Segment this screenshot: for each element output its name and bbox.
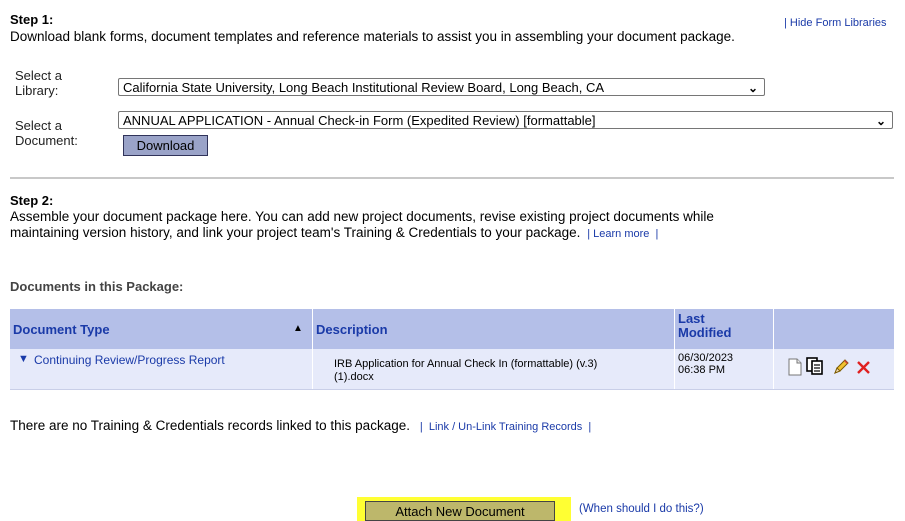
column-header-description[interactable]: Description xyxy=(316,322,388,337)
document-icon[interactable] xyxy=(788,358,802,376)
chevron-down-icon: ⌄ xyxy=(747,81,758,95)
last-modified-line2: Modified xyxy=(678,325,732,340)
column-divider xyxy=(312,309,313,349)
library-select[interactable]: California State University, Long Beach … xyxy=(118,78,765,96)
chevron-down-icon: ⌄ xyxy=(875,114,886,128)
library-label-line1: Select a xyxy=(15,68,62,83)
document-label-line1: Select a xyxy=(15,118,62,133)
separator: | xyxy=(582,421,592,433)
link-unlink-training-records[interactable]: Link / Un-Link Training Records xyxy=(429,421,582,433)
modified-date: 06/30/2023 xyxy=(678,352,734,364)
document-description: IRB Application for Annual Check In (for… xyxy=(334,358,597,384)
step2-title: Step 2: xyxy=(10,193,54,208)
document-type-link[interactable]: Continuing Review/Progress Report xyxy=(34,353,225,367)
library-select-value: California State University, Long Beach … xyxy=(123,80,605,95)
learn-more-link[interactable]: Learn more xyxy=(593,228,649,240)
description-line2: (1).docx xyxy=(334,371,374,383)
column-header-document-type[interactable]: Document Type xyxy=(13,322,110,337)
step1-title: Step 1: xyxy=(10,12,54,27)
document-select-value: ANNUAL APPLICATION - Annual Check-in For… xyxy=(123,113,596,128)
documents-table-header: Document Type ▲ Description Last Modifie… xyxy=(10,309,894,349)
separator: | xyxy=(413,421,429,433)
column-header-last-modified[interactable]: Last Modified xyxy=(678,312,731,340)
training-text: There are no Training & Credentials reco… xyxy=(10,418,410,433)
training-status: There are no Training & Credentials reco… xyxy=(10,418,591,433)
copy-icon[interactable] xyxy=(806,357,828,377)
modified-time: 06:38 PM xyxy=(678,364,726,376)
separator: | xyxy=(584,228,594,240)
column-divider xyxy=(674,349,675,389)
document-label-line2: Document: xyxy=(15,133,78,148)
document-label: Select a Document: xyxy=(15,118,78,148)
section-divider xyxy=(10,177,894,179)
step1-description: Download blank forms, document templates… xyxy=(10,29,735,44)
last-modified-line1: Last xyxy=(678,311,705,326)
attach-new-document-button[interactable]: Attach New Document xyxy=(365,501,555,521)
delete-x-icon[interactable] xyxy=(856,360,871,375)
column-divider xyxy=(674,309,675,349)
hide-form-libraries-link[interactable]: Hide Form Libraries xyxy=(790,17,887,29)
when-should-i-do-this-link[interactable]: (When should I do this?) xyxy=(579,503,704,515)
documents-heading: Documents in this Package: xyxy=(10,279,184,294)
separator: | xyxy=(649,228,659,240)
column-divider xyxy=(312,349,313,389)
column-divider xyxy=(773,349,774,389)
step2-description: maintaining version history, and link yo… xyxy=(10,225,658,242)
document-last-modified: 06/30/2023 06:38 PM xyxy=(678,352,733,376)
hide-form-libraries: | Hide Form Libraries xyxy=(784,13,887,31)
pencil-icon[interactable] xyxy=(832,358,850,376)
step2-description-line2: maintaining version history, and link yo… xyxy=(10,225,581,240)
sort-up-icon[interactable]: ▲ xyxy=(293,323,303,334)
description-line1: IRB Application for Annual Check In (for… xyxy=(334,358,598,370)
library-label-line2: Library: xyxy=(15,83,59,98)
library-label: Select a Library: xyxy=(15,68,62,98)
table-row: ▼ Continuing Review/Progress Report IRB … xyxy=(10,349,894,390)
expand-triangle-icon[interactable]: ▼ xyxy=(18,353,29,365)
column-divider xyxy=(773,309,774,349)
download-button[interactable]: Download xyxy=(123,135,208,156)
document-select[interactable]: ANNUAL APPLICATION - Annual Check-in For… xyxy=(118,111,893,129)
step2-description-line1: Assemble your document package here. You… xyxy=(10,209,714,224)
